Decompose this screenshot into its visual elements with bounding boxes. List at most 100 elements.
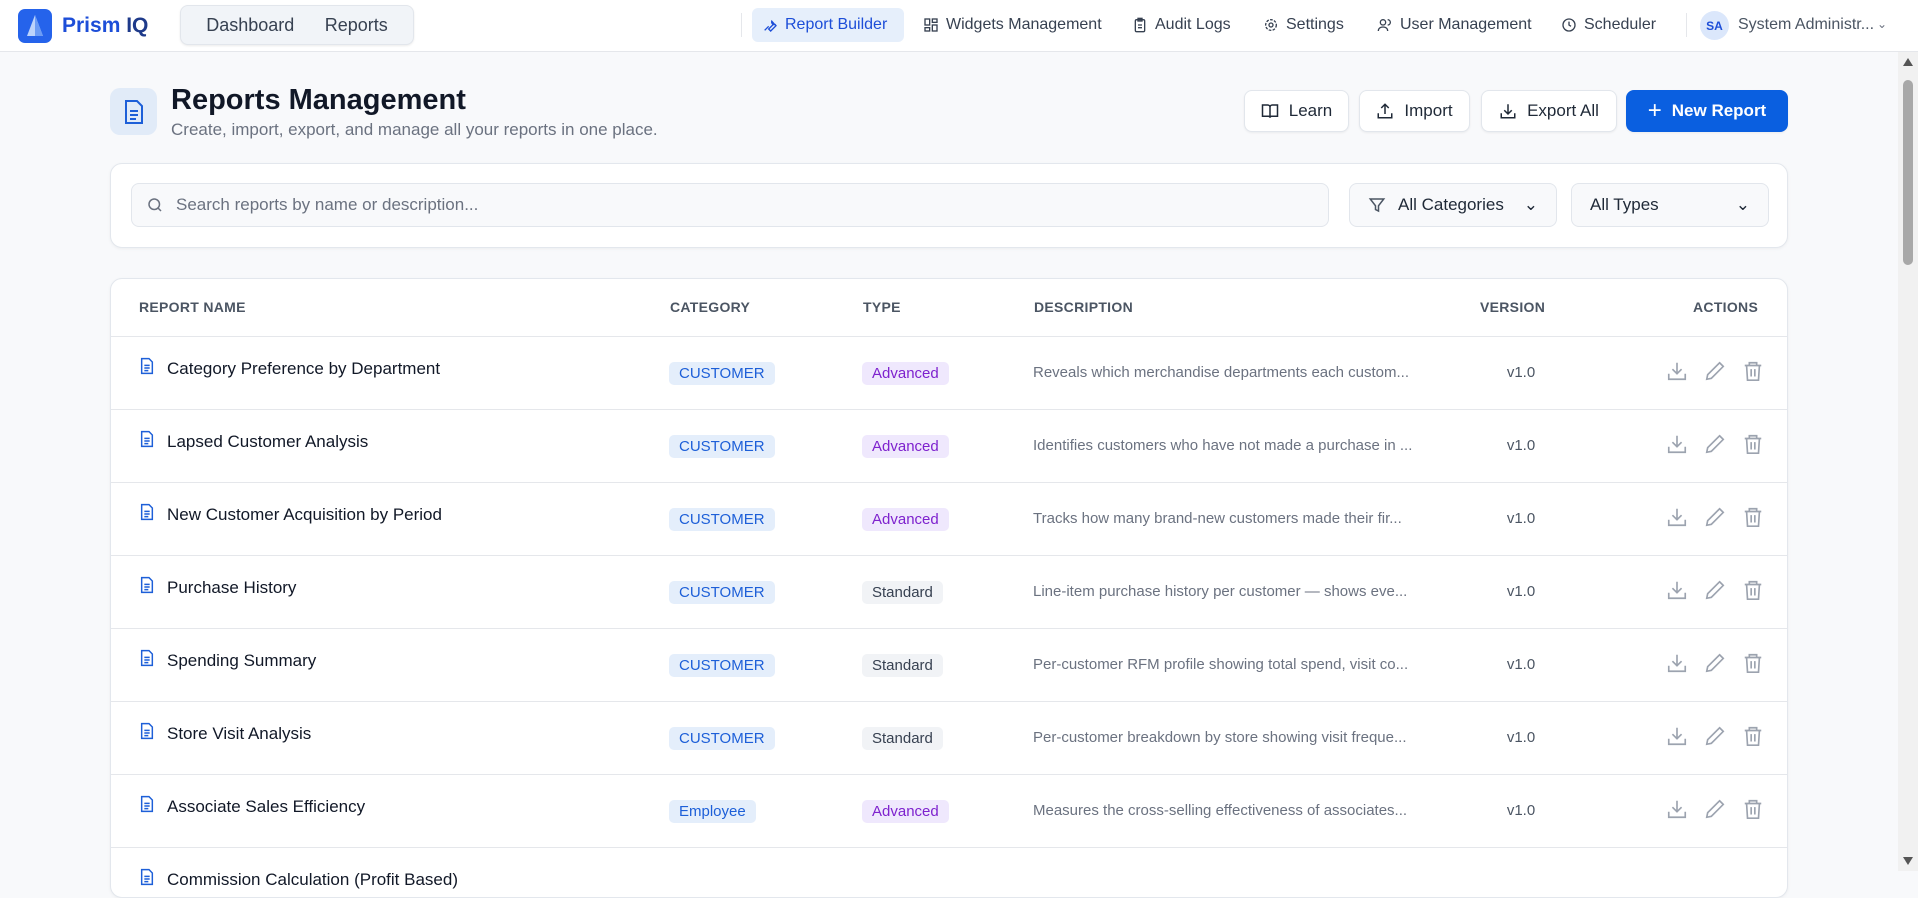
nav-dashboard[interactable]: Dashboard — [206, 15, 294, 36]
divider — [741, 13, 742, 37]
header-version[interactable]: VERSION — [1480, 299, 1545, 315]
upload-icon — [1377, 103, 1393, 119]
category-badge: CUSTOMER — [669, 435, 775, 458]
version-cell: v1.0 — [1506, 729, 1536, 746]
description-cell: Reveals which merchandise departments ea… — [1033, 364, 1410, 381]
delete-icon[interactable] — [1742, 652, 1764, 674]
edit-icon[interactable] — [1704, 725, 1726, 747]
download-icon[interactable] — [1666, 433, 1688, 455]
delete-icon[interactable] — [1742, 433, 1764, 455]
table-row[interactable]: Purchase History CUSTOMER Standard Line-ite… — [111, 555, 1787, 628]
brand-name[interactable]: Prism IQ — [62, 14, 148, 38]
type-value: All Types — [1590, 195, 1659, 214]
wrench-icon — [764, 19, 777, 32]
header-category[interactable]: CATEGORY — [670, 299, 750, 315]
edit-icon[interactable] — [1704, 433, 1726, 455]
report-name-cell[interactable]: Associate Sales Efficiency — [139, 795, 365, 818]
nav-scheduler[interactable]: Scheduler — [1551, 8, 1666, 42]
table-row[interactable]: Spending Summary CUSTOMER Standard Per-cust… — [111, 628, 1787, 701]
version-cell: v1.0 — [1506, 802, 1536, 819]
category-select[interactable]: All Categories ⌄ — [1349, 183, 1557, 227]
table-row[interactable]: Lapsed Customer Analysis CUSTOMER Advanced… — [111, 409, 1787, 482]
search-box[interactable] — [131, 183, 1329, 227]
version-cell: v1.0 — [1506, 656, 1536, 673]
page-subtitle: Create, import, export, and manage all y… — [171, 120, 658, 139]
download-icon[interactable] — [1666, 360, 1688, 382]
header-description[interactable]: DESCRIPTION — [1034, 299, 1133, 315]
header-report-name[interactable]: REPORT NAME — [139, 299, 246, 315]
table-row[interactable]: Category Preference by Department CUSTOME… — [111, 336, 1787, 409]
document-icon — [139, 357, 155, 380]
table-row[interactable]: Associate Sales Efficiency Employee Advanc… — [111, 774, 1787, 847]
new-report-button[interactable]: + New Report — [1626, 90, 1788, 132]
scroll-up-icon[interactable] — [1903, 58, 1913, 66]
new-report-label: New Report — [1671, 101, 1767, 120]
learn-label: Learn — [1288, 101, 1333, 120]
user-avatar[interactable]: SA — [1700, 11, 1729, 40]
report-name-cell[interactable]: Commission Calculation (Profit Based) — [139, 868, 458, 891]
download-icon[interactable] — [1666, 725, 1688, 747]
download-icon[interactable] — [1666, 506, 1688, 528]
delete-icon[interactable] — [1742, 725, 1764, 747]
edit-icon[interactable] — [1704, 506, 1726, 528]
header-type[interactable]: TYPE — [863, 299, 901, 315]
download-icon[interactable] — [1666, 652, 1688, 674]
report-name-cell[interactable]: Lapsed Customer Analysis — [139, 430, 368, 453]
report-name-cell[interactable]: Category Preference by Department — [139, 357, 440, 380]
delete-icon[interactable] — [1742, 798, 1764, 820]
table-row[interactable]: Store Visit Analysis CUSTOMER Standard Per-… — [111, 701, 1787, 774]
report-name: Purchase History — [167, 577, 297, 597]
nav-settings[interactable]: Settings — [1253, 8, 1354, 42]
table-row[interactable]: Commission Calculation (Profit Based) — [111, 847, 1787, 897]
nav-report-builder[interactable]: Report Builder — [752, 8, 904, 42]
document-icon — [139, 868, 155, 891]
document-icon — [139, 649, 155, 672]
scrollbar-thumb[interactable] — [1903, 80, 1913, 265]
import-button[interactable]: Import — [1359, 90, 1470, 132]
chevron-down-icon[interactable]: ⌄ — [1877, 17, 1887, 31]
scroll-down-icon[interactable] — [1903, 857, 1913, 865]
grid-icon — [924, 18, 938, 32]
version-cell: v1.0 — [1506, 583, 1536, 600]
divider — [1686, 13, 1687, 37]
scrollbar[interactable] — [1898, 52, 1918, 871]
delete-icon[interactable] — [1742, 579, 1764, 601]
report-document-icon — [110, 88, 157, 135]
page-title: Reports Management — [171, 84, 466, 116]
user-menu[interactable]: System Administr... — [1738, 16, 1874, 34]
document-icon — [139, 795, 155, 818]
edit-icon[interactable] — [1704, 798, 1726, 820]
type-select[interactable]: All Types ⌄ — [1571, 183, 1769, 227]
export-all-button[interactable]: Export All — [1481, 90, 1617, 132]
report-name-cell[interactable]: New Customer Acquisition by Period — [139, 503, 442, 526]
search-icon — [148, 198, 162, 212]
nav-label: User Management — [1400, 16, 1532, 33]
nav-widgets-management[interactable]: Widgets Management — [913, 8, 1112, 42]
description-cell: Identifies customers who have not made a… — [1033, 437, 1413, 454]
category-badge: CUSTOMER — [669, 727, 775, 750]
nav-reports[interactable]: Reports — [325, 15, 388, 36]
nav-audit-logs[interactable]: Audit Logs — [1122, 8, 1241, 42]
table-row[interactable]: New Customer Acquisition by Period CUSTOM… — [111, 482, 1787, 555]
edit-icon[interactable] — [1704, 579, 1726, 601]
download-icon[interactable] — [1666, 579, 1688, 601]
edit-icon[interactable] — [1704, 652, 1726, 674]
edit-icon[interactable] — [1704, 360, 1726, 382]
report-name-cell[interactable]: Purchase History — [139, 576, 296, 599]
nav-user-management[interactable]: User Management — [1367, 8, 1542, 42]
download-icon — [1500, 104, 1516, 119]
learn-button[interactable]: Learn — [1244, 90, 1349, 132]
category-badge: CUSTOMER — [669, 581, 775, 604]
download-icon[interactable] — [1666, 798, 1688, 820]
report-name-cell[interactable]: Spending Summary — [139, 649, 316, 672]
search-input[interactable] — [176, 195, 1276, 215]
version-cell: v1.0 — [1506, 437, 1536, 454]
gear-icon — [1265, 19, 1277, 31]
delete-icon[interactable] — [1742, 360, 1764, 382]
document-icon — [139, 722, 155, 745]
delete-icon[interactable] — [1742, 506, 1764, 528]
logo-icon[interactable] — [18, 9, 52, 43]
report-name-cell[interactable]: Store Visit Analysis — [139, 722, 311, 745]
header-actions: ACTIONS — [1693, 299, 1759, 315]
category-badge: Employee — [669, 800, 756, 823]
